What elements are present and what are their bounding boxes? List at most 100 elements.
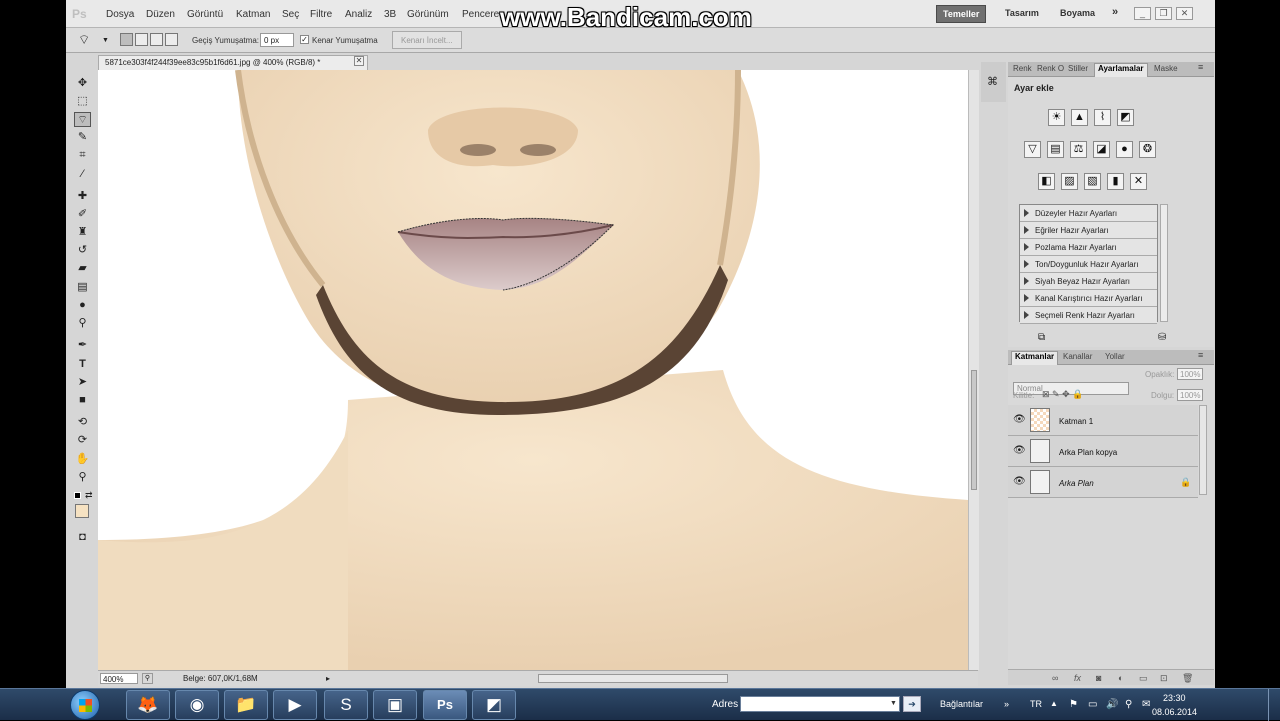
- fill-input[interactable]: 100%: [1177, 389, 1203, 401]
- brush-tool-icon[interactable]: ✐: [74, 207, 91, 222]
- close-icon[interactable]: ✕: [1176, 7, 1193, 20]
- firefox-taskbar-icon[interactable]: 🦊: [126, 690, 170, 720]
- color-balance-icon[interactable]: ⚖: [1070, 141, 1087, 158]
- layer-row[interactable]: 👁 Arka Plan kopya: [1008, 436, 1198, 467]
- tab-ayarlamalar[interactable]: Ayarlamalar: [1094, 63, 1148, 77]
- menu-3b[interactable]: 3B: [384, 9, 396, 20]
- layers-menu-icon[interactable]: ≡: [1198, 350, 1203, 363]
- antialias-checkbox[interactable]: ✓: [300, 35, 309, 44]
- path-select-tool-icon[interactable]: ➤: [74, 375, 91, 390]
- horizontal-scrollbar[interactable]: [538, 674, 728, 683]
- address-go-icon[interactable]: ➔: [903, 696, 921, 712]
- clone-stamp-tool-icon[interactable]: ♜: [74, 225, 91, 240]
- minimize-icon[interactable]: _: [1134, 7, 1151, 20]
- type-tool-icon[interactable]: T: [74, 357, 91, 372]
- flag-icon[interactable]: ⚑: [1069, 699, 1078, 710]
- adjustment-layer-icon[interactable]: ◐: [1118, 673, 1123, 683]
- threshold-icon[interactable]: ▧: [1084, 173, 1101, 190]
- clip-layer-icon[interactable]: ⧉: [1038, 332, 1045, 343]
- exposure-icon[interactable]: ◩: [1117, 109, 1134, 126]
- explorer-taskbar-icon[interactable]: 📁: [224, 690, 268, 720]
- restore-icon[interactable]: ❐: [1155, 7, 1172, 20]
- eye-icon[interactable]: 👁: [1013, 476, 1026, 488]
- volume-icon[interactable]: 🔊: [1106, 699, 1118, 710]
- menu-duzen[interactable]: Düzen: [146, 9, 175, 20]
- preset-scrollbar[interactable]: [1160, 204, 1168, 322]
- dodge-tool-icon[interactable]: ⚲: [74, 316, 91, 331]
- menu-gorunum[interactable]: Görünüm: [407, 9, 449, 20]
- zoom-tool-icon[interactable]: ⚲: [74, 470, 91, 485]
- 3d-orbit-tool-icon[interactable]: ⟳: [74, 433, 91, 448]
- photo-filter-icon[interactable]: ●: [1116, 141, 1133, 158]
- gradient-map-icon[interactable]: ▮: [1107, 173, 1124, 190]
- preset-black-white[interactable]: Siyah Beyaz Hazır Ayarları: [1020, 273, 1157, 290]
- tab-yollar[interactable]: Yollar: [1105, 352, 1125, 365]
- menu-analiz[interactable]: Analiz: [345, 9, 372, 20]
- tab-renk[interactable]: Renk: [1013, 64, 1032, 77]
- default-colors-icon[interactable]: [74, 492, 81, 499]
- network-icon[interactable]: ⚲: [1125, 699, 1132, 710]
- opacity-input[interactable]: 100%: [1177, 368, 1203, 380]
- preset-selective-color[interactable]: Seçmeli Renk Hazır Ayarları: [1020, 307, 1157, 324]
- doc-close-icon[interactable]: ✕: [354, 56, 364, 66]
- move-tool-icon[interactable]: ✥: [74, 76, 91, 91]
- clock-date[interactable]: 08.06.2014: [1152, 707, 1197, 717]
- links-more-icon[interactable]: »: [1004, 699, 1009, 709]
- preset-hue-saturation[interactable]: Ton/Doygunluk Hazır Ayarları: [1020, 256, 1157, 273]
- gradient-tool-icon[interactable]: ▤: [74, 280, 91, 295]
- tab-stiller[interactable]: Stiller: [1068, 64, 1088, 77]
- layers-scrollbar[interactable]: [1199, 405, 1207, 495]
- vertical-scroll-thumb[interactable]: [971, 370, 977, 490]
- tray-expand-icon[interactable]: ▲: [1050, 699, 1058, 708]
- layer-mask-icon[interactable]: ◙: [1096, 673, 1101, 683]
- layer-style-icon[interactable]: fx: [1074, 673, 1081, 683]
- layer-row[interactable]: 👁 Katman 1: [1008, 405, 1198, 436]
- preset-channel-mixer[interactable]: Kanal Karıştırıcı Hazır Ayarları: [1020, 290, 1157, 307]
- black-white-icon[interactable]: ◪: [1093, 141, 1110, 158]
- posterize-icon[interactable]: ▨: [1061, 173, 1078, 190]
- quick-select-tool-icon[interactable]: ✎: [74, 130, 91, 145]
- workspace-temeller[interactable]: Temeller: [936, 5, 987, 23]
- skype-taskbar-icon[interactable]: S: [324, 690, 368, 720]
- vertical-scrollbar[interactable]: [968, 70, 979, 670]
- feather-input[interactable]: 0 px: [260, 33, 294, 47]
- selective-color-icon[interactable]: ✕: [1130, 173, 1147, 190]
- image-canvas[interactable]: [98, 70, 968, 670]
- delete-layer-icon[interactable]: 🗑: [1182, 673, 1193, 684]
- menu-dosya[interactable]: Dosya: [106, 9, 134, 20]
- lock-icons[interactable]: ⊠ ✎ ✥ 🔒: [1042, 389, 1083, 400]
- address-input[interactable]: [740, 696, 900, 712]
- eye-icon[interactable]: 👁: [1013, 414, 1026, 426]
- menu-pencere[interactable]: Pencere: [462, 9, 499, 20]
- history-brush-tool-icon[interactable]: ↺: [74, 243, 91, 258]
- chrome-taskbar-icon[interactable]: ◉: [175, 690, 219, 720]
- marquee-tool-icon[interactable]: ⬚: [74, 94, 91, 109]
- menu-katman[interactable]: Katman: [236, 9, 270, 20]
- tab-renk-ornekleri[interactable]: Renk O: [1037, 64, 1064, 77]
- hue-saturation-icon[interactable]: ▤: [1047, 141, 1064, 158]
- pen-tool-icon[interactable]: ✒: [74, 338, 91, 353]
- invert-icon[interactable]: ◧: [1038, 173, 1055, 190]
- blur-tool-icon[interactable]: ●: [74, 298, 91, 313]
- group-icon[interactable]: ▭: [1139, 673, 1148, 684]
- intersect-selection-icon[interactable]: [165, 33, 178, 46]
- panel-menu-icon[interactable]: ≡: [1198, 62, 1203, 75]
- add-selection-icon[interactable]: [135, 33, 148, 46]
- swap-colors-icon[interactable]: ⇄: [85, 490, 93, 501]
- zoom-field[interactable]: 400%: [100, 673, 138, 684]
- tab-maske[interactable]: Maske: [1154, 64, 1178, 77]
- curves-icon[interactable]: ⌇: [1094, 109, 1111, 126]
- preset-dropdown-icon[interactable]: ▼: [102, 37, 109, 44]
- tab-katmanlar[interactable]: Katmanlar: [1011, 351, 1059, 365]
- workspace-more-icon[interactable]: »: [1106, 3, 1124, 21]
- clock-time[interactable]: 23:30: [1163, 693, 1186, 703]
- 3d-rotate-tool-icon[interactable]: ⟲: [74, 415, 91, 430]
- adjust-options-icon[interactable]: ⛁: [1158, 332, 1166, 343]
- lasso-tool-icon[interactable]: ⌔: [74, 112, 91, 127]
- history-panel-icon[interactable]: ⌘: [987, 75, 998, 88]
- quick-mask-icon[interactable]: ◘: [74, 530, 91, 545]
- eye-icon[interactable]: 👁: [1013, 445, 1026, 457]
- brightness-icon[interactable]: ☀: [1048, 109, 1065, 126]
- shape-tool-icon[interactable]: ■: [74, 393, 91, 408]
- new-layer-icon[interactable]: ⊡: [1160, 673, 1168, 684]
